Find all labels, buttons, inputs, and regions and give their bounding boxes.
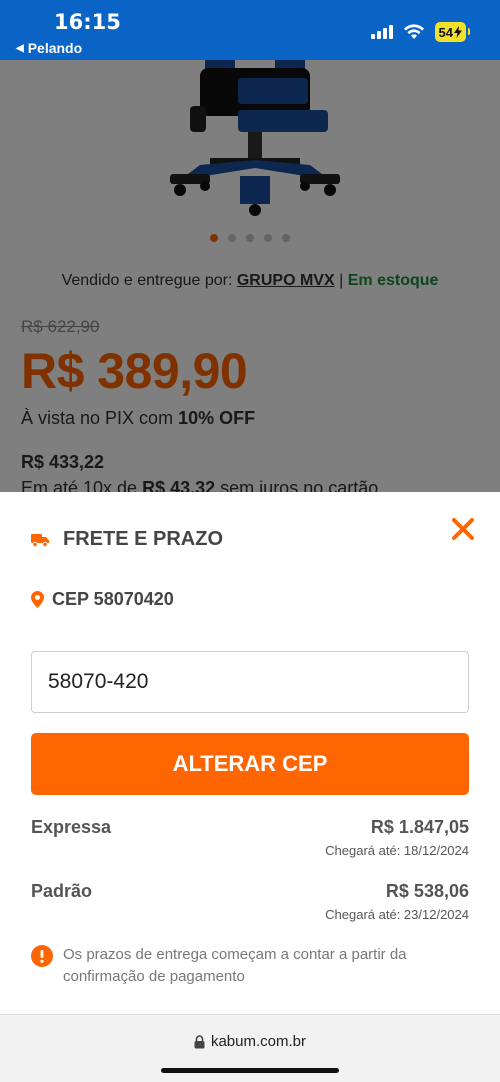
lightning-icon (454, 26, 462, 38)
back-app-label: Pelando (27, 40, 83, 56)
close-icon[interactable] (450, 516, 476, 542)
back-triangle-icon: ◀ (16, 42, 24, 54)
wifi-icon (403, 24, 424, 39)
cep-input[interactable] (31, 651, 469, 713)
delivery-notice: Os prazos de entrega começam a contar a … (31, 944, 471, 988)
status-time: 16:15 (54, 10, 121, 34)
lock-icon (194, 1034, 205, 1048)
signal-icon (370, 25, 393, 39)
url-bar[interactable]: kabum.com.br (0, 1033, 500, 1050)
sheet-title: FRETE E PRAZO (63, 528, 224, 550)
battery-charging-icon: 54 (434, 22, 471, 42)
shipping-option-price: R$ 1.847,05 (370, 817, 469, 837)
battery-level: 54 (438, 24, 453, 40)
cep-label: CEP 58070420 (52, 589, 174, 609)
notice-text: Os prazos de entrega começam a contar a … (63, 946, 407, 985)
shipping-option-price: R$ 538,06 (385, 881, 469, 901)
status-icons: 54 (370, 22, 471, 42)
browser-bar: kabum.com.br (0, 1014, 500, 1082)
shipping-option-name: Expressa (31, 817, 112, 837)
shipping-option-name: Padrão (31, 881, 93, 901)
back-to-app-link[interactable]: ◀ Pelando (16, 40, 82, 56)
home-indicator[interactable] (161, 1068, 339, 1073)
change-cep-button[interactable]: ALTERAR CEP (31, 733, 469, 795)
status-bar: 16:15 ◀ Pelando 54 (0, 0, 500, 60)
sheet-header: FRETE E PRAZO (31, 528, 223, 551)
truck-icon (31, 533, 49, 547)
location-pin-icon (31, 591, 44, 608)
cep-label-row: CEP 58070420 (31, 589, 174, 610)
shipping-option-eta: Chegará até: 23/12/2024 (325, 907, 469, 922)
shipping-sheet: FRETE E PRAZO CEP 58070420 ALTERAR CEP E… (0, 492, 500, 1014)
alert-icon (31, 945, 53, 967)
modal-backdrop[interactable] (0, 60, 500, 492)
shipping-option-eta: Chegará até: 18/12/2024 (325, 843, 469, 858)
url-text: kabum.com.br (210, 1033, 307, 1050)
